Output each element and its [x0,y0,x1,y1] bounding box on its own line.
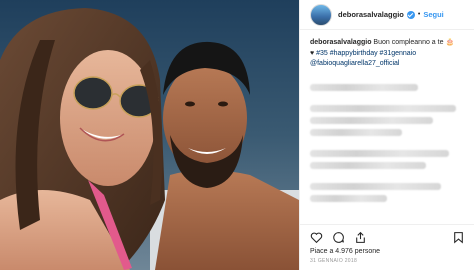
caption: deborasalvalaggio Buon compleanno a te 🎂… [310,38,464,70]
blurred-comment [310,161,426,169]
heart-icon[interactable] [310,231,323,244]
heart-emoji-icon: ♥ [310,49,315,57]
post-header: deborasalvalaggio • Segui [300,0,474,30]
comments-area: deborasalvalaggio Buon compleanno a te 🎂… [300,30,474,226]
blurred-comment [310,182,441,190]
blurred-comment [310,83,418,91]
blurred-comment [310,116,434,124]
blurred-comment [310,104,457,112]
selfie-image [0,0,299,270]
avatar[interactable] [310,3,332,26]
blurred-comment [310,194,387,202]
share-icon[interactable] [354,231,367,244]
follow-button[interactable]: Segui [423,10,443,19]
bookmark-icon[interactable] [452,231,465,244]
instagram-post: deborasalvalaggio • Segui deborasalvalag… [0,0,474,270]
caption-username[interactable]: deborasalvalaggio [310,39,371,46]
blurred-comment [310,128,403,136]
action-icons [310,230,465,244]
post-side-panel: deborasalvalaggio • Segui deborasalvalag… [299,0,474,270]
caption-mention[interactable]: @fabioquagliarella27_official [310,60,399,67]
post-photo[interactable] [0,0,299,270]
blurred-comment [310,149,449,157]
likes-count[interactable]: Piace a 4.976 persone [310,248,465,255]
verified-badge-icon [406,10,415,19]
username[interactable]: deborasalvalaggio [338,10,404,19]
separator-dot: • [417,11,421,18]
caption-text: Buon compleanno a te [373,39,444,46]
comment-icon[interactable] [332,231,345,244]
post-actions: Piace a 4.976 persone 31 GENNAIO 2018 [300,224,474,270]
caption-hashtags[interactable]: #35 #happybirthday #31gennaio [316,50,416,57]
cake-emoji-icon: 🎂 [445,39,455,46]
post-date[interactable]: 31 GENNAIO 2018 [310,258,465,264]
